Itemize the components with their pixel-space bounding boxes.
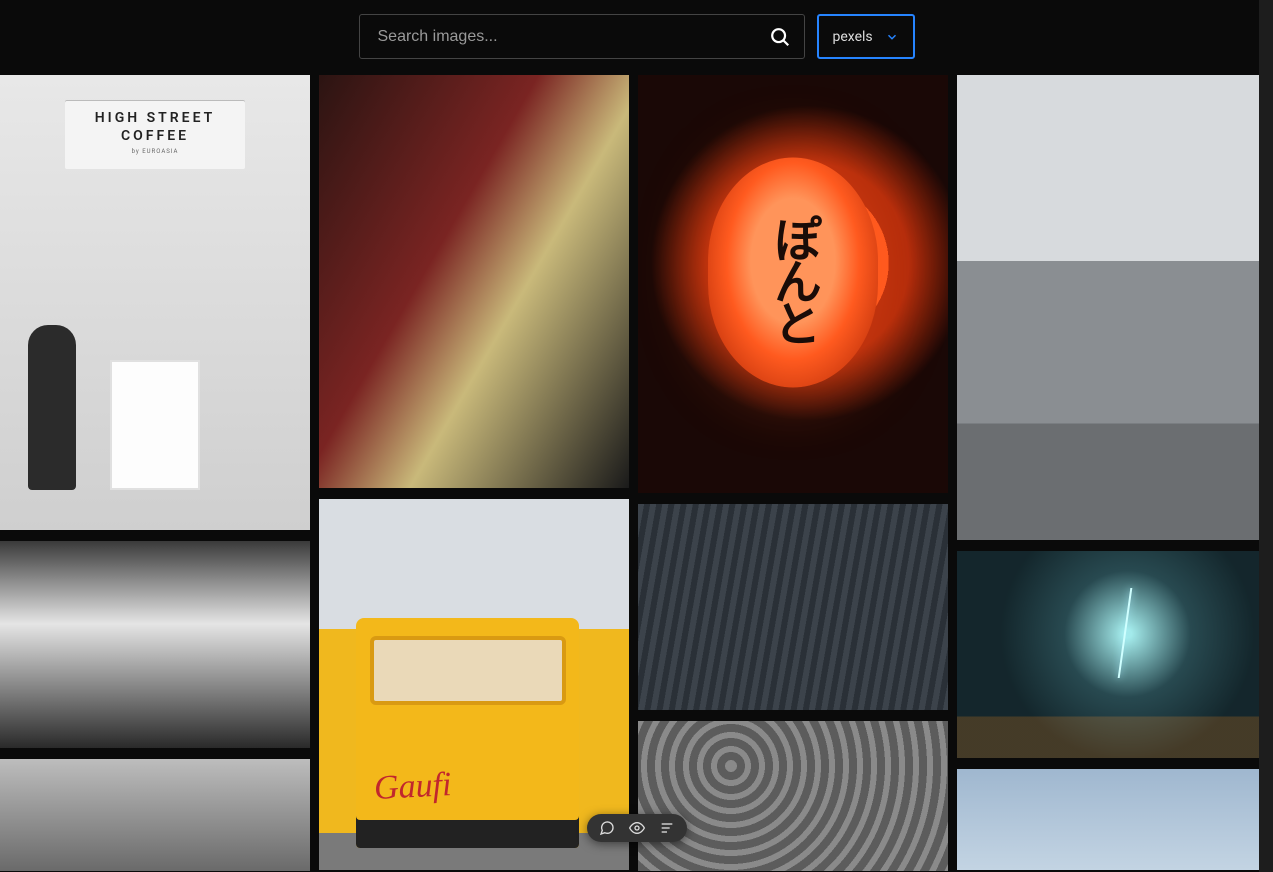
sliders-icon[interactable] bbox=[659, 820, 675, 836]
gallery-column: ぽんと bbox=[638, 75, 948, 871]
header-bar: pexels bbox=[0, 0, 1273, 75]
image-tile[interactable] bbox=[319, 75, 629, 488]
search-container bbox=[359, 14, 805, 59]
image-tile[interactable] bbox=[0, 759, 310, 871]
image-tile[interactable]: Gaufi bbox=[319, 499, 629, 870]
image-tile[interactable]: ぽんと bbox=[638, 75, 948, 493]
storefront-sign: HIGH STREET COFFEE by EUROASIA bbox=[65, 100, 245, 169]
truck-script: Gaufi bbox=[373, 766, 452, 808]
comment-icon[interactable] bbox=[599, 820, 615, 836]
gallery-column: Gaufi bbox=[319, 75, 629, 871]
image-gallery: HIGH STREET COFFEE by EUROASIA Gaufi ぽんと bbox=[0, 75, 1273, 871]
gallery-column: HIGH STREET COFFEE by EUROASIA bbox=[0, 75, 310, 871]
image-tile[interactable] bbox=[0, 541, 310, 748]
scrollbar-track[interactable] bbox=[1259, 0, 1273, 872]
lightning-bolt bbox=[1118, 588, 1133, 678]
image-tile[interactable] bbox=[957, 75, 1267, 540]
image-tile[interactable] bbox=[957, 769, 1267, 870]
truck-window bbox=[370, 636, 566, 705]
gallery-column bbox=[957, 75, 1267, 871]
sign-subline: by EUROASIA bbox=[73, 148, 237, 155]
chevron-down-icon bbox=[885, 30, 899, 44]
search-input[interactable] bbox=[359, 14, 805, 59]
image-tile[interactable] bbox=[638, 504, 948, 710]
person-silhouette bbox=[28, 325, 76, 490]
eye-icon[interactable] bbox=[629, 820, 645, 836]
image-tile[interactable] bbox=[638, 721, 948, 871]
food-truck: Gaufi bbox=[356, 618, 579, 848]
image-tile[interactable] bbox=[957, 551, 1267, 758]
image-tile[interactable]: HIGH STREET COFFEE by EUROASIA bbox=[0, 75, 310, 530]
source-select[interactable]: pexels bbox=[817, 14, 915, 59]
source-select-label: pexels bbox=[833, 29, 885, 45]
floating-toolbar bbox=[587, 814, 687, 842]
lantern-text: ぽんと bbox=[758, 215, 828, 341]
sign-line: COFFEE bbox=[73, 128, 237, 144]
storefront-door bbox=[110, 360, 200, 490]
sign-line: HIGH STREET bbox=[73, 110, 237, 126]
